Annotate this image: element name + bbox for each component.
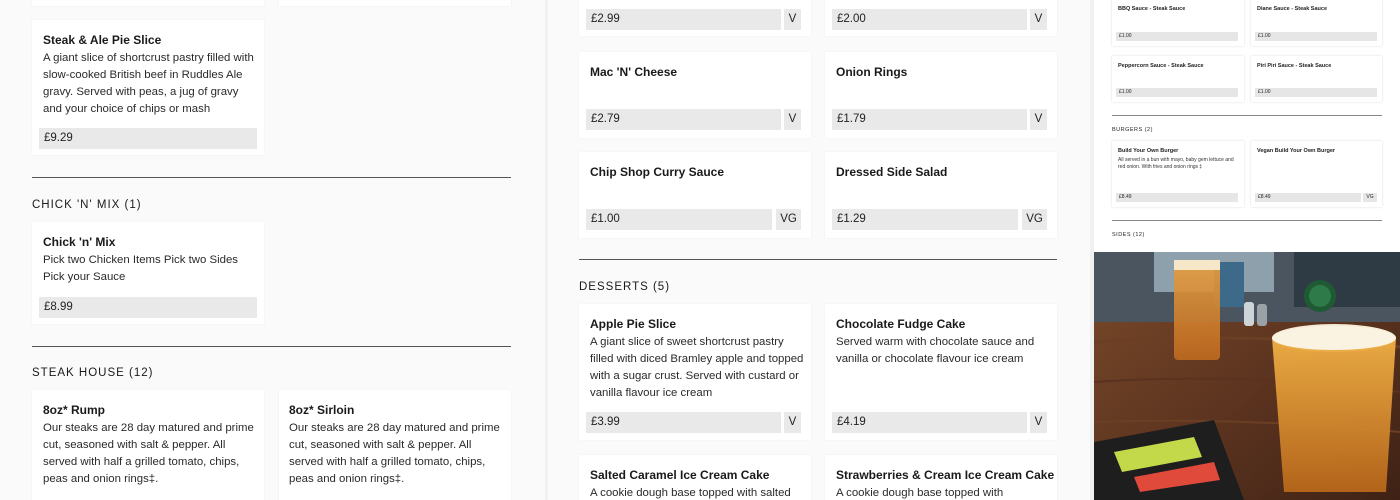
menu-card-chocolate-fudge[interactable]: Chocolate Fudge Cake Served warm with ch… <box>825 304 1057 440</box>
item-price: £8.49 <box>1116 193 1238 202</box>
item-description: A cookie dough base topped with strawber… <box>836 487 1004 499</box>
section-heading-desserts: DESSERTS (5) <box>579 281 671 293</box>
menu-card-salted-caramel[interactable]: Salted Caramel Ice Cream Cake A cookie d… <box>579 455 811 500</box>
diet-badge: V <box>1030 412 1047 433</box>
menu-card-steak-ale-pie[interactable]: Steak & Ale Pie Slice A giant slice of s… <box>32 20 264 155</box>
pub-photo <box>1094 252 1400 500</box>
item-title: Peppercorn Sauce - Steak Sauce <box>1118 63 1204 69</box>
item-price: £2.99 <box>586 9 781 30</box>
section-heading-steak-house: STEAK HOUSE (12) <box>32 367 154 379</box>
item-price: £1.00 <box>586 209 772 230</box>
section-divider <box>1112 220 1382 221</box>
item-price: £2.79 <box>586 109 781 130</box>
item-description: All served in a bun with mayo, baby gem … <box>1118 157 1234 170</box>
item-title: Mac 'N' Cheese <box>590 65 678 79</box>
menu-card-onion-rings[interactable]: Onion Rings £1.79 V <box>825 52 1057 138</box>
item-title: Dressed Side Salad <box>836 165 948 179</box>
item-title: Apple Pie Slice <box>590 317 677 331</box>
section-divider <box>1112 115 1382 116</box>
item-description: A giant slice of sweet shortcrust pastry… <box>590 336 804 399</box>
item-price: £9.29 <box>39 128 257 149</box>
item-price: £1.00 <box>1116 88 1238 97</box>
section-divider <box>32 346 511 347</box>
mini-card-build-your-own-burger[interactable]: Build Your Own Burger All served in a bu… <box>1112 141 1244 207</box>
mini-card-bbq-sauce[interactable]: BBQ Sauce - Steak Sauce £1.00 <box>1112 0 1244 46</box>
item-title: Salted Caramel Ice Cream Cake <box>590 468 770 482</box>
diet-badge: VG <box>1363 193 1377 202</box>
diet-badge: V <box>784 9 801 30</box>
menu-card-sirloin[interactable]: 8oz* Sirloin Our steaks are 28 day matur… <box>279 390 511 500</box>
mini-card-peppercorn-sauce[interactable]: Peppercorn Sauce - Steak Sauce £1.00 <box>1112 56 1244 102</box>
item-title: Vegan Build Your Own Burger <box>1257 148 1336 154</box>
menu-card-mac-n-cheese[interactable]: Mac 'N' Cheese £2.79 V <box>579 52 811 138</box>
mini-card-vegan-burger[interactable]: Vegan Build Your Own Burger £8.49 VG <box>1251 141 1382 207</box>
item-title: Build Your Own Burger <box>1118 148 1179 154</box>
item-price: £4.19 <box>832 412 1027 433</box>
diet-badge: V <box>1030 109 1047 130</box>
section-heading-burgers: BURGERS (2) <box>1112 127 1153 133</box>
item-title: Strawberries & Cream Ice Cream Cake <box>836 468 1055 482</box>
item-price: £1.00 <box>1255 32 1377 41</box>
section-divider <box>579 259 1057 260</box>
item-description: A giant slice of shortcrust pastry fille… <box>43 52 254 115</box>
menu-card-rump[interactable]: 8oz* Rump Our steaks are 28 day matured … <box>32 390 264 500</box>
item-title: Onion Rings <box>836 65 908 79</box>
mini-card-piri-piri-sauce[interactable]: Piri Piri Sauce - Steak Sauce £1.00 <box>1251 56 1382 102</box>
item-price: £1.79 <box>832 109 1027 130</box>
diet-badge: V <box>1030 9 1047 30</box>
item-price: £8.49 <box>1255 193 1361 202</box>
section-divider <box>32 177 511 178</box>
item-description: Our steaks are 28 day matured and prime … <box>289 422 500 485</box>
item-title: Chocolate Fudge Cake <box>836 317 966 331</box>
diet-badge: V <box>784 109 801 130</box>
menu-card-side-partial[interactable]: £2.99 V <box>579 0 811 36</box>
item-price: £1.00 <box>1255 88 1377 97</box>
menu-card-strawberries-cream[interactable]: Strawberries & Cream Ice Cream Cake A co… <box>825 455 1057 500</box>
item-title: Piri Piri Sauce - Steak Sauce <box>1257 63 1332 69</box>
menu-card-side-salad[interactable]: Dressed Side Salad £1.29 VG <box>825 152 1057 238</box>
menu-card-curry-sauce[interactable]: Chip Shop Curry Sauce £1.00 VG <box>579 152 811 238</box>
item-title: 8oz* Sirloin <box>289 403 355 417</box>
mini-card-diane-sauce[interactable]: Diane Sauce - Steak Sauce £1.00 <box>1251 0 1382 46</box>
menu-card-partial[interactable] <box>279 0 511 6</box>
item-description: Served warm with chocolate sauce and van… <box>836 336 1035 365</box>
menu-card-apple-pie[interactable]: Apple Pie Slice A giant slice of sweet s… <box>579 304 811 440</box>
item-title: 8oz* Rump <box>43 403 106 417</box>
menu-panel-right: BBQ Sauce - Steak Sauce £1.00 Diane Sauc… <box>1094 0 1400 500</box>
diet-badge: VG <box>776 209 801 230</box>
item-price: £1.00 <box>1116 32 1238 41</box>
item-price: £2.00 <box>832 9 1027 30</box>
item-price: £3.99 <box>586 412 781 433</box>
menu-panel-middle: £2.99 V £2.00 V Mac 'N' Cheese £2.79 V O… <box>548 0 1090 500</box>
item-title: Diane Sauce - Steak Sauce <box>1257 6 1328 12</box>
item-price: £8.99 <box>39 297 257 318</box>
item-price: £1.29 <box>832 209 1018 230</box>
item-title: Chip Shop Curry Sauce <box>590 165 725 179</box>
pub-table-photo-illustration <box>1094 252 1400 500</box>
menu-card-chick-n-mix[interactable]: Chick 'n' Mix Pick two Chicken Items Pic… <box>32 222 264 324</box>
item-description: Our steaks are 28 day matured and prime … <box>43 422 254 485</box>
item-description: A cookie dough base topped with salted <box>590 487 791 499</box>
item-title: Chick 'n' Mix <box>43 235 116 249</box>
section-heading-sides: SIDES (12) <box>1112 232 1145 238</box>
menu-card-side-partial[interactable]: £2.00 V <box>825 0 1057 36</box>
item-title: BBQ Sauce - Steak Sauce <box>1118 6 1186 12</box>
diet-badge: VG <box>1022 209 1047 230</box>
diet-badge: V <box>784 412 801 433</box>
section-heading-chick-n-mix: CHICK 'N' MIX (1) <box>32 199 142 211</box>
menu-card-partial[interactable] <box>32 0 264 6</box>
item-description: Pick two Chicken Items Pick two Sides Pi… <box>43 254 238 283</box>
menu-panel-left: Steak & Ale Pie Slice A giant slice of s… <box>0 0 545 500</box>
item-title: Steak & Ale Pie Slice <box>43 33 162 47</box>
